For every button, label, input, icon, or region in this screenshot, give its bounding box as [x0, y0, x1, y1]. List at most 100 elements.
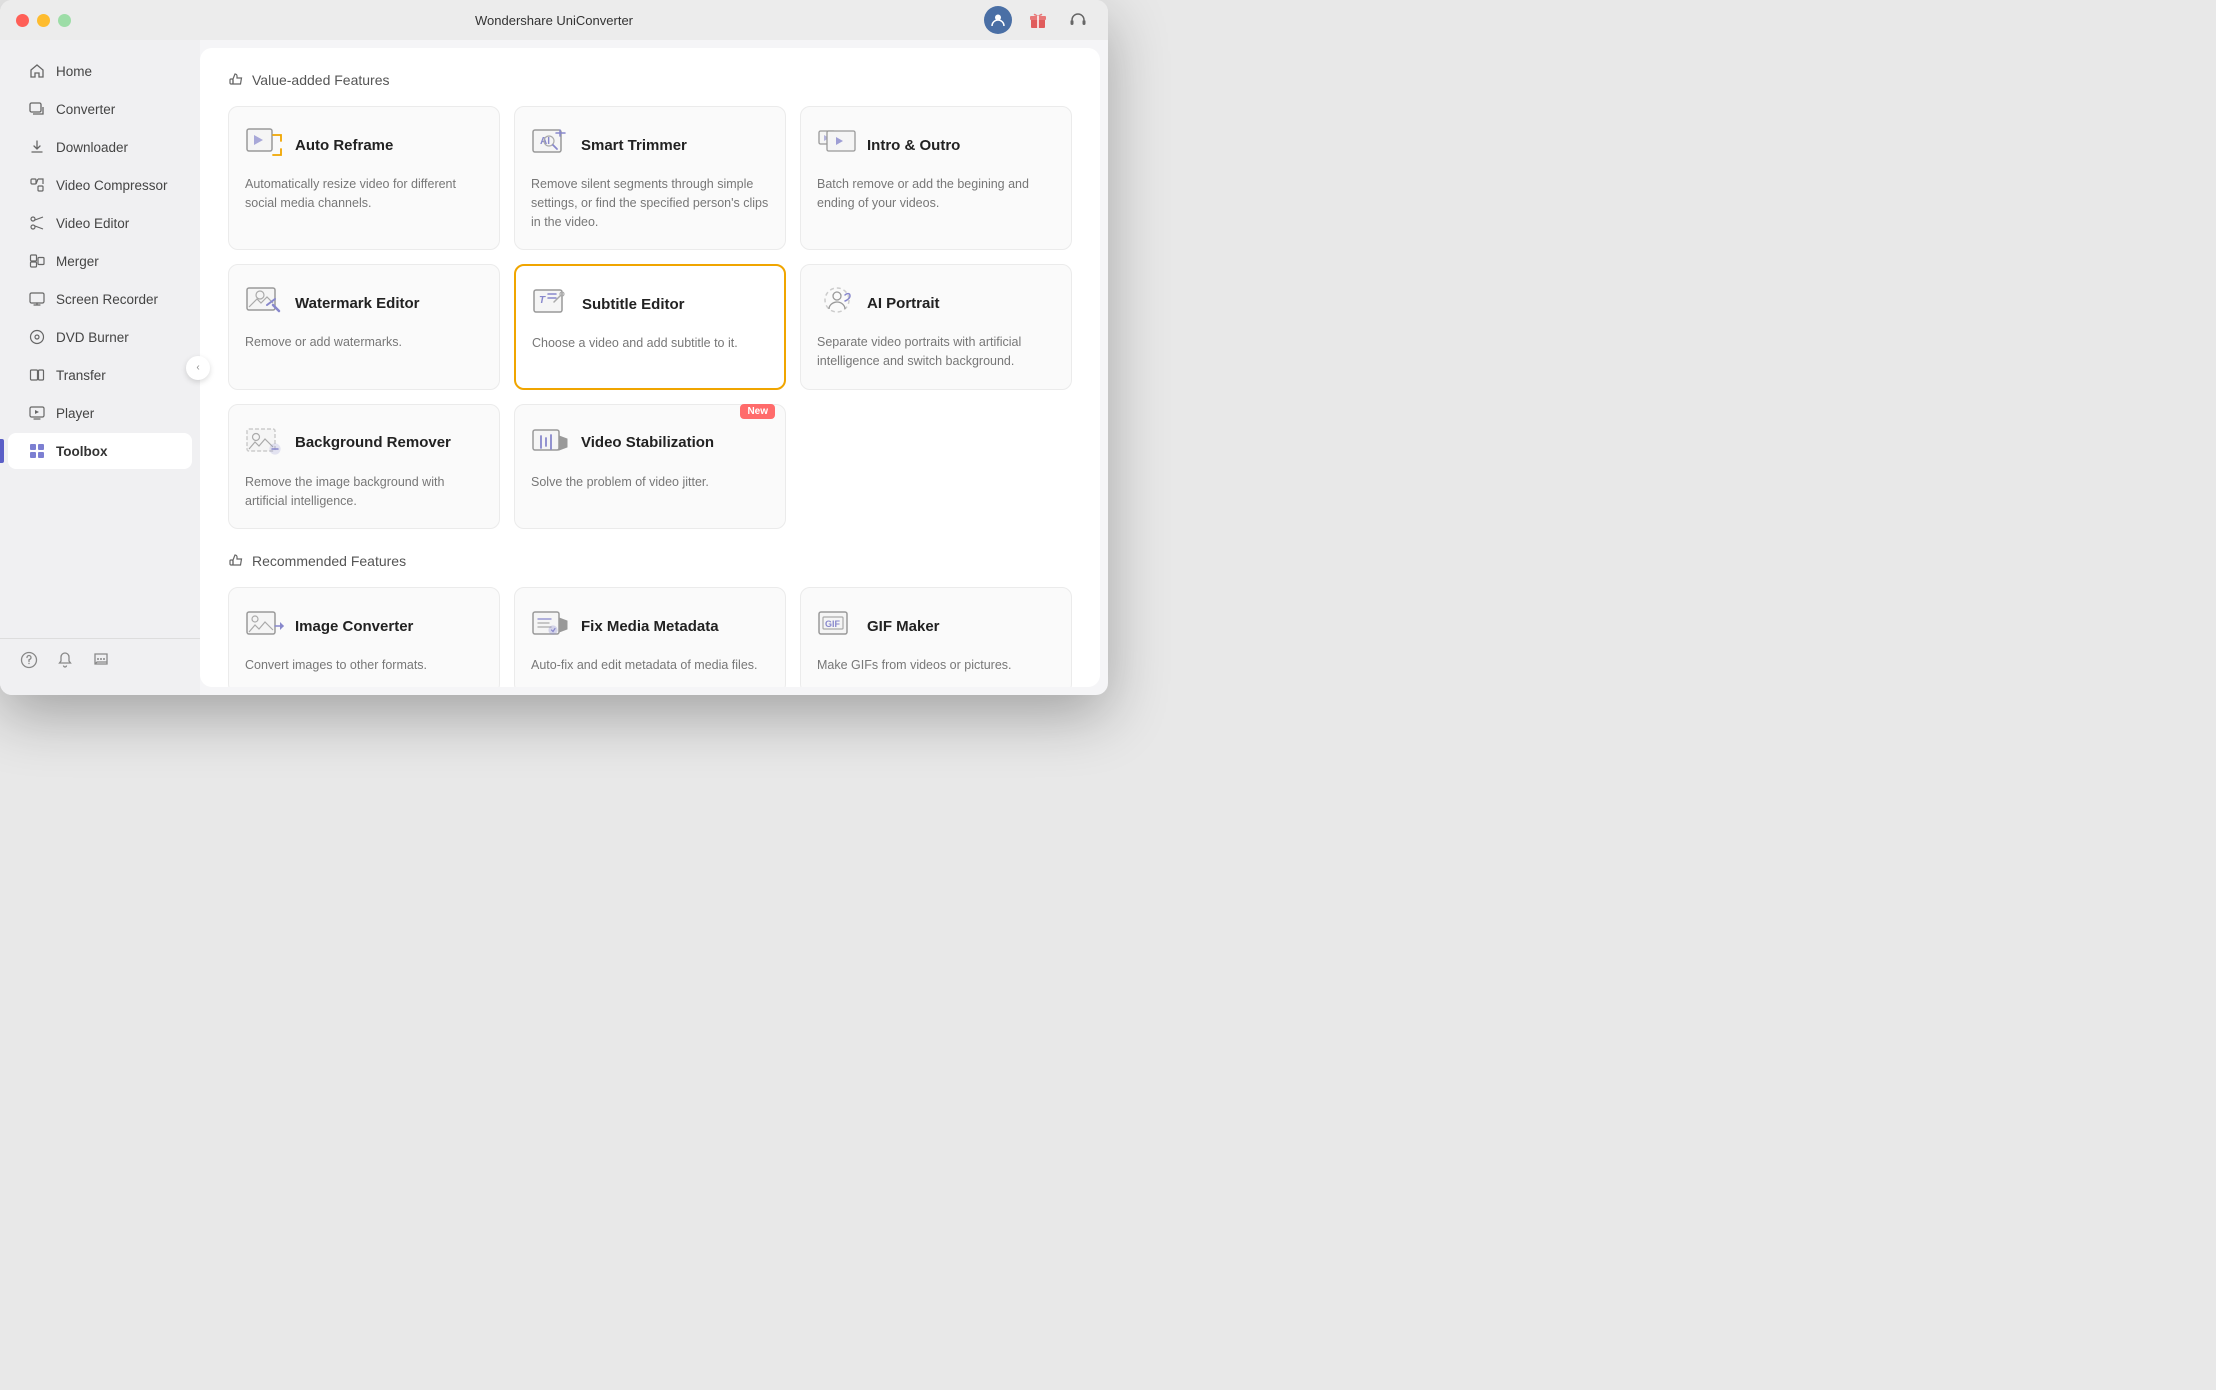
feature-desc: Remove or add watermarks.	[245, 333, 483, 352]
sidebar-item-label: Player	[56, 406, 94, 421]
home-icon	[28, 62, 46, 80]
sidebar-item-label: Screen Recorder	[56, 292, 158, 307]
converter-icon	[28, 100, 46, 118]
fix-media-metadata-icon	[531, 606, 571, 646]
maximize-button[interactable]	[58, 14, 71, 27]
feature-card-header: Watermark Editor	[245, 283, 483, 323]
titlebar: Wondershare UniConverter	[0, 0, 1108, 40]
main-content: Home Converter	[0, 40, 1108, 695]
feature-card-fix-media-metadata[interactable]: Fix Media Metadata Auto-fix and edit met…	[514, 587, 786, 687]
downloader-icon	[28, 138, 46, 156]
user-icon[interactable]	[984, 6, 1012, 34]
feature-title: Fix Media Metadata	[581, 618, 719, 635]
sidebar-item-label: Home	[56, 64, 92, 79]
feature-title: Auto Reframe	[295, 137, 393, 154]
gif-maker-icon: GIF	[817, 606, 857, 646]
value-added-grid: Auto Reframe Automatically resize video …	[228, 106, 1072, 529]
sidebar-item-player[interactable]: Player	[8, 395, 192, 431]
sidebar-item-converter[interactable]: Converter	[8, 91, 192, 127]
app-window: Wondershare UniConverter	[0, 0, 1108, 695]
titlebar-actions	[984, 6, 1092, 34]
traffic-lights	[16, 14, 71, 27]
auto-reframe-icon	[245, 125, 285, 165]
sidebar-item-dvd-burner[interactable]: DVD Burner	[8, 319, 192, 355]
feature-card-background-remover[interactable]: Background Remover Remove the image back…	[228, 404, 500, 530]
smart-trimmer-icon: AI	[531, 125, 571, 165]
feature-card-header: AI Smart Trimmer	[531, 125, 769, 165]
feature-card-intro-outro[interactable]: Intro & Outro Batch remove or add the be…	[800, 106, 1072, 250]
headset-icon[interactable]	[1064, 6, 1092, 34]
sidebar-item-label: Downloader	[56, 140, 128, 155]
feature-card-smart-trimmer[interactable]: AI Smart Trimmer Remove silent segments …	[514, 106, 786, 250]
feature-card-subtitle-editor[interactable]: T Subtitle Editor Choose a video and add…	[514, 264, 786, 390]
value-added-label: Value-added Features	[252, 72, 390, 88]
sidebar-footer	[0, 638, 200, 683]
help-icon[interactable]	[20, 651, 40, 671]
image-converter-icon	[245, 606, 285, 646]
svg-text:T: T	[539, 295, 546, 306]
ai-portrait-icon	[817, 283, 857, 323]
new-badge: New	[740, 404, 775, 419]
feature-card-gif-maker[interactable]: GIF GIF Maker Make GIFs from videos or p…	[800, 587, 1072, 687]
bell-icon[interactable]	[56, 651, 76, 671]
intro-outro-icon	[817, 125, 857, 165]
sidebar-item-label: Video Editor	[56, 216, 129, 231]
feature-desc: Convert images to other formats.	[245, 656, 483, 675]
feature-desc: Automatically resize video for different…	[245, 175, 483, 213]
sidebar-item-video-editor[interactable]: Video Editor	[8, 205, 192, 241]
gift-icon[interactable]	[1024, 6, 1052, 34]
collapse-button[interactable]: ‹	[186, 356, 210, 380]
feature-desc: Choose a video and add subtitle to it.	[532, 334, 768, 353]
feature-title: Subtitle Editor	[582, 296, 685, 313]
feature-desc: Solve the problem of video jitter.	[531, 473, 769, 492]
minimize-button[interactable]	[37, 14, 50, 27]
feature-card-header: Fix Media Metadata	[531, 606, 769, 646]
feature-desc: Remove the image background with artific…	[245, 473, 483, 511]
feature-desc: Auto-fix and edit metadata of media file…	[531, 656, 769, 675]
sidebar: Home Converter	[0, 40, 200, 695]
recommended-header: Recommended Features	[228, 553, 1072, 569]
feature-card-video-stabilization[interactable]: New Video Stabilization	[514, 404, 786, 530]
subtitle-editor-icon: T	[532, 284, 572, 324]
feature-card-header: Image Converter	[245, 606, 483, 646]
feature-card-watermark-editor[interactable]: Watermark Editor Remove or add watermark…	[228, 264, 500, 390]
window-title: Wondershare UniConverter	[475, 13, 633, 28]
feature-title: Image Converter	[295, 618, 413, 635]
feature-title: Background Remover	[295, 434, 451, 451]
feature-desc: Remove silent segments through simple se…	[531, 175, 769, 231]
scissors-icon	[28, 214, 46, 232]
recommended-icon	[228, 553, 244, 569]
screen-icon	[28, 290, 46, 308]
feedback-icon[interactable]	[92, 651, 112, 671]
feature-card-header: AI Portrait	[817, 283, 1055, 323]
svg-text:GIF: GIF	[825, 619, 841, 629]
sidebar-item-home[interactable]: Home	[8, 53, 192, 89]
feature-card-ai-portrait[interactable]: AI Portrait Separate video portraits wit…	[800, 264, 1072, 390]
video-stabilization-icon	[531, 423, 571, 463]
sidebar-item-label: Converter	[56, 102, 115, 117]
feature-title: GIF Maker	[867, 618, 940, 635]
feature-title: AI Portrait	[867, 295, 940, 312]
content-panel: Value-added Features	[200, 48, 1100, 687]
feature-card-image-converter[interactable]: Image Converter Convert images to other …	[228, 587, 500, 687]
feature-title: Watermark Editor	[295, 295, 419, 312]
recommended-label: Recommended Features	[252, 553, 406, 569]
merger-icon	[28, 252, 46, 270]
feature-card-header: Video Stabilization	[531, 423, 769, 463]
sidebar-item-merger[interactable]: Merger	[8, 243, 192, 279]
toolbox-icon	[28, 442, 46, 460]
feature-card-auto-reframe[interactable]: Auto Reframe Automatically resize video …	[228, 106, 500, 250]
feature-card-header: GIF GIF Maker	[817, 606, 1055, 646]
dvd-icon	[28, 328, 46, 346]
transfer-icon	[28, 366, 46, 384]
sidebar-item-label: Transfer	[56, 368, 106, 383]
sidebar-item-screen-recorder[interactable]: Screen Recorder	[8, 281, 192, 317]
sidebar-item-toolbox[interactable]: Toolbox	[8, 433, 192, 469]
sidebar-item-video-compressor[interactable]: Video Compressor	[8, 167, 192, 203]
close-button[interactable]	[16, 14, 29, 27]
feature-card-header: Auto Reframe	[245, 125, 483, 165]
sidebar-item-label: DVD Burner	[56, 330, 129, 345]
thumbs-up-icon	[228, 72, 244, 88]
sidebar-item-transfer[interactable]: Transfer	[8, 357, 192, 393]
sidebar-item-downloader[interactable]: Downloader	[8, 129, 192, 165]
